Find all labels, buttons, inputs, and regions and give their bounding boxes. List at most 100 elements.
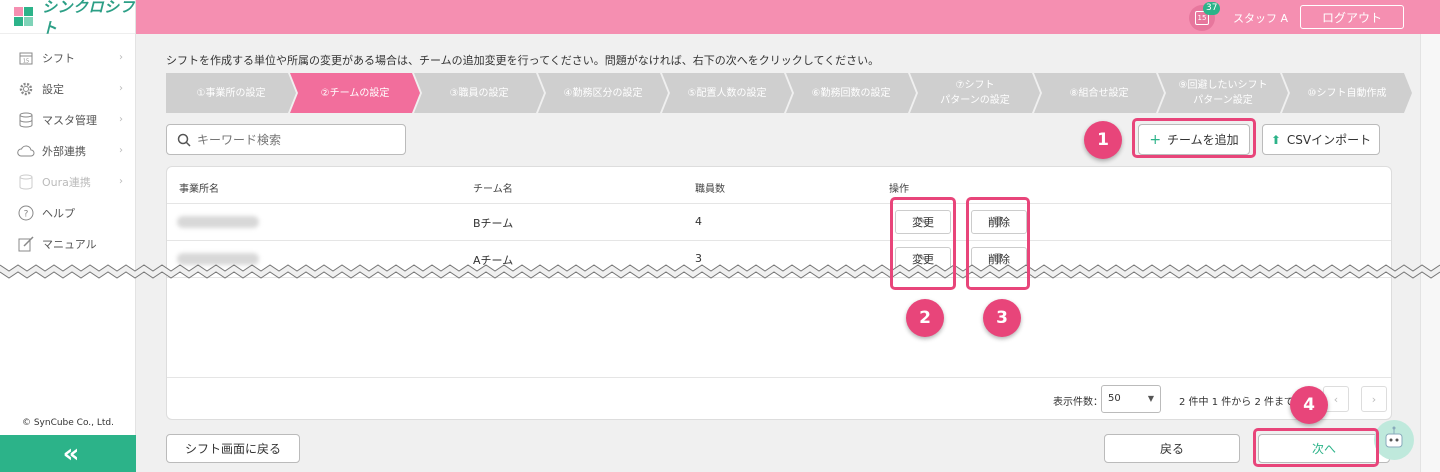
annotation-number: 4 [1290,386,1328,424]
logo-cube-icon [12,4,36,30]
sidebar-item-label: ヘルプ [42,206,75,220]
step-label: ⑩シフト自動作成 [1307,87,1387,99]
page-size-label: 表示件数： [1053,397,1103,408]
step-label: ⑤配置人数の設定 [687,87,767,99]
step-label: ⑦シフト パターンの設定 [940,80,1010,106]
page-scrollbar[interactable] [1420,34,1440,472]
step-combination[interactable]: ⑧組合せ設定 [1034,73,1164,113]
svg-text:?: ? [24,209,29,219]
robot-icon [1385,426,1403,448]
logo-text: シンクロシフト [42,0,136,37]
sidebar-item-label: シフト [42,51,75,65]
csv-import-label: CSVインポート [1286,133,1372,147]
top-bar: 15 37 スタッフ A ログアウト [136,0,1440,34]
csv-import-button[interactable]: ⬆ CSVインポート [1262,124,1380,155]
copyright: © SynCube Co., Ltd. [21,418,115,428]
step-shift-pattern[interactable]: ⑦シフト パターンの設定 [910,73,1040,113]
step-label: ②チームの設定 [320,87,390,99]
cloud-icon [16,142,36,160]
calendar-notification-button[interactable]: 15 37 [1189,2,1221,31]
sidebar-item-manual[interactable]: マニュアル [0,228,135,259]
logout-button[interactable]: ログアウト [1300,5,1404,29]
sidebar-item-label: マニュアル [42,237,97,251]
team-table: 事業所名 チーム名 職員数 操作 Bチーム 4 ✎ 変更 🗑 削除 Aチーム 3 ✎… [166,166,1392,420]
team-name: Bチーム [473,217,514,230]
chevron-left-icon: ‹ [1333,392,1339,406]
staff-name: スタッフ A [1233,12,1289,25]
chevron-right-icon: › [119,176,123,187]
staff-count: 4 [695,215,702,228]
sidebar-item-help[interactable]: ? ヘルプ [0,197,135,228]
app-logo[interactable]: シンクロシフト [0,0,135,37]
upload-icon: ⬆ [1270,132,1281,147]
database-icon [16,111,36,129]
chevron-right-icon: › [119,145,123,156]
search-icon [177,133,191,147]
highlight-add-team [1132,118,1256,158]
sidebar-item-external[interactable]: 外部連携 › [0,135,135,166]
torn-edge-divider [0,264,1440,279]
sidebar-item-shift[interactable]: 15 シフト › [0,42,135,73]
step-label: ③職員の設定 [449,87,509,99]
gear-icon [16,80,36,98]
col-staff-count: 職員数 [695,184,725,195]
step-label: ④勤務区分の設定 [563,87,643,99]
edit-icon [16,235,36,253]
table-row: Bチーム 4 ✎ 変更 🗑 削除 [167,204,1391,241]
step-label: ⑥勤務回数の設定 [811,87,891,99]
sidebar-collapse-button[interactable]: « [0,435,136,472]
chat-assistant-button[interactable] [1374,420,1414,460]
col-office: 事業所名 [179,184,219,195]
sidebar-item-oura: Oura連携 › [0,166,135,197]
annotation-number: 2 [906,299,944,337]
sidebar-item-label: Oura連携 [42,175,91,189]
col-team: チーム名 [473,184,513,195]
sidebar-nav: 15 シフト › 設定 › マスタ管理 › 外部連携 › Oura連携 › ? … [0,34,135,259]
help-icon: ? [16,204,36,222]
back-to-shift-button[interactable]: シフト画面に戻る [166,434,300,463]
chevron-right-icon: › [1371,392,1377,406]
step-label: ⑨回避したいシフト パターン設定 [1178,80,1268,106]
sidebar-item-label: 設定 [42,82,64,96]
sidebar-item-label: 外部連携 [42,144,86,158]
highlight-delete-column [966,197,1030,290]
step-label: ①事業所の設定 [196,87,266,99]
step-team[interactable]: ②チームの設定 [290,73,420,113]
highlight-edit-column [890,197,956,290]
step-auto-create[interactable]: ⑩シフト自動作成 [1282,73,1412,113]
notification-count-badge: 37 [1203,2,1221,15]
instruction-text: シフトを作成する単位や所属の変更がある場合は、チームの追加変更を行ってください。… [166,54,880,67]
caret-down-icon: ▼ [1147,394,1154,403]
step-office[interactable]: ①事業所の設定 [166,73,296,113]
page-size-select[interactable]: 50 ▼ [1101,385,1161,413]
chevron-right-icon: › [119,83,123,94]
table-pagination: 表示件数： 50 ▼ 2 件中 1 件から 2 件までを表示 ‹ › [167,377,1391,421]
step-label: ⑧組合せ設定 [1069,87,1129,99]
sidebar: シンクロシフト 15 シフト › 設定 › マスタ管理 › 外部連携 › Our… [0,0,136,472]
step-avoid-pattern[interactable]: ⑨回避したいシフト パターン設定 [1158,73,1288,113]
highlight-next-button [1253,428,1379,467]
chevron-right-icon: › [119,52,123,63]
svg-text:15: 15 [23,58,29,64]
step-work-type[interactable]: ④勤務区分の設定 [538,73,668,113]
step-staffing[interactable]: ⑤配置人数の設定 [662,73,792,113]
step-work-count[interactable]: ⑥勤務回数の設定 [786,73,916,113]
back-button[interactable]: 戻る [1104,434,1240,463]
sidebar-item-settings[interactable]: 設定 › [0,73,135,104]
double-chevron-left-icon: « [62,438,80,469]
search-box [166,124,406,155]
col-actions: 操作 [889,184,909,195]
sidebar-item-master[interactable]: マスタ管理 › [0,104,135,135]
annotation-number: 3 [983,299,1021,337]
annotation-number: 1 [1084,121,1122,159]
page-size-value: 50 [1108,393,1121,404]
sidebar-item-label: マスタ管理 [42,113,97,127]
chevron-right-icon: › [119,114,123,125]
next-page-button[interactable]: › [1361,386,1387,412]
search-input[interactable] [197,132,387,147]
step-staff[interactable]: ③職員の設定 [414,73,544,113]
oura-icon [16,173,36,191]
calendar-icon: 15 [16,49,36,67]
table-header: 事業所名 チーム名 職員数 操作 [167,167,1391,204]
redacted-office-name [177,216,259,228]
